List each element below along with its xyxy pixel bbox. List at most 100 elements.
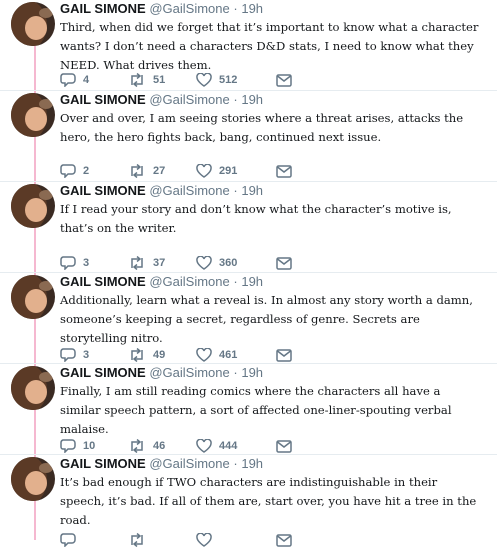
like-count: 461 [219,349,238,361]
tweet-actions: 4 51 512 [60,71,292,89]
like-count: 360 [219,257,238,269]
envelope-icon [276,348,292,362]
tweet-timestamp[interactable]: 19h [241,274,263,289]
retweet-count: 27 [153,165,166,177]
author-handle[interactable]: @GailSimone [149,1,229,16]
retweet-button[interactable]: 37 [128,256,196,270]
reply-icon [60,348,76,362]
retweet-icon [128,439,146,453]
direct-message-button[interactable] [276,348,292,362]
reply-count: 3 [83,257,90,269]
tweet[interactable]: GAIL SIMONE @GailSimone · 19h Finally, I… [0,364,497,455]
tweet[interactable]: GAIL SIMONE @GailSimone · 19h Over and o… [0,91,497,182]
author-avatar[interactable] [11,366,55,410]
tweet-text: Additionally, learn what a reveal is. In… [60,293,473,345]
tweet-text: If I read your story and don’t know what… [60,202,452,235]
direct-message-button[interactable] [276,533,292,547]
tweet-header: GAIL SIMONE @GailSimone · 19h [60,91,263,109]
retweet-button[interactable]: 51 [128,73,196,87]
author-name[interactable]: GAIL SIMONE [60,274,146,289]
like-count: 291 [219,165,238,177]
like-button[interactable]: 461 [196,348,276,362]
retweet-count: 37 [153,257,166,269]
retweet-button[interactable]: 49 [128,348,196,362]
reply-count: 2 [83,165,90,177]
header-separator: · [233,1,238,16]
reply-button[interactable] [60,533,128,547]
reply-button[interactable]: 3 [60,348,128,362]
direct-message-button[interactable] [276,439,292,453]
retweet-button[interactable] [128,533,196,547]
retweet-icon [128,256,146,270]
reply-button[interactable]: 10 [60,439,128,453]
author-name[interactable]: GAIL SIMONE [60,92,146,107]
envelope-icon [276,439,292,453]
tweet-actions: 2 27 291 [60,162,292,180]
like-button[interactable]: 444 [196,439,276,453]
author-handle[interactable]: @GailSimone [149,456,229,471]
reply-icon [60,73,76,87]
tweet-text: It’s bad enough if TWO characters are in… [60,475,477,527]
tweet-header: GAIL SIMONE @GailSimone · 19h [60,182,263,200]
tweet-actions [60,531,292,549]
reply-count: 4 [83,74,90,86]
author-avatar[interactable] [11,184,55,228]
reply-button[interactable]: 4 [60,73,128,87]
tweet-timestamp[interactable]: 19h [241,365,263,380]
retweet-icon [128,348,146,362]
header-separator: · [233,92,238,107]
header-separator: · [233,456,238,471]
like-button[interactable] [196,533,276,547]
tweet[interactable]: GAIL SIMONE @GailSimone · 19h If I read … [0,182,497,273]
author-avatar[interactable] [11,2,55,46]
like-button[interactable]: 291 [196,164,276,178]
tweet-header: GAIL SIMONE @GailSimone · 19h [60,273,263,291]
retweet-icon [128,73,146,87]
envelope-icon [276,73,292,87]
tweet[interactable]: GAIL SIMONE @GailSimone · 19h Additional… [0,273,497,364]
tweet-timestamp[interactable]: 19h [241,456,263,471]
tweet-actions: 3 49 461 [60,346,292,364]
like-button[interactable]: 512 [196,73,276,87]
tweet-actions: 10 46 444 [60,437,292,455]
reply-button[interactable]: 3 [60,256,128,270]
direct-message-button[interactable] [276,256,292,270]
reply-count: 10 [83,440,96,452]
heart-icon [196,533,212,547]
reply-button[interactable]: 2 [60,164,128,178]
reply-count: 3 [83,349,90,361]
retweet-count: 46 [153,440,166,452]
author-handle[interactable]: @GailSimone [149,92,229,107]
tweet[interactable]: GAIL SIMONE @GailSimone · 19h Third, whe… [0,0,497,91]
author-avatar[interactable] [11,457,55,501]
like-count: 444 [219,440,238,452]
retweet-button[interactable]: 46 [128,439,196,453]
heart-icon [196,348,212,362]
envelope-icon [276,256,292,270]
like-button[interactable]: 360 [196,256,276,270]
tweet-timestamp[interactable]: 19h [241,1,263,16]
author-handle[interactable]: @GailSimone [149,365,229,380]
tweet[interactable]: GAIL SIMONE @GailSimone · 19h It’s bad e… [0,455,497,549]
author-avatar[interactable] [11,275,55,319]
author-avatar[interactable] [11,93,55,137]
tweet-text: Finally, I am still reading comics where… [60,384,452,436]
author-handle[interactable]: @GailSimone [149,183,229,198]
author-handle[interactable]: @GailSimone [149,274,229,289]
tweet-header: GAIL SIMONE @GailSimone · 19h [60,364,263,382]
reply-icon [60,256,76,270]
tweet-timestamp[interactable]: 19h [241,183,263,198]
author-name[interactable]: GAIL SIMONE [60,1,146,16]
author-name[interactable]: GAIL SIMONE [60,365,146,380]
envelope-icon [276,533,292,547]
header-separator: · [233,183,238,198]
tweet-timestamp[interactable]: 19h [241,92,263,107]
retweet-icon [128,533,146,547]
tweet-text: Over and over, I am seeing stories where… [60,111,464,144]
author-name[interactable]: GAIL SIMONE [60,456,146,471]
retweet-button[interactable]: 27 [128,164,196,178]
direct-message-button[interactable] [276,164,292,178]
author-name[interactable]: GAIL SIMONE [60,183,146,198]
retweet-count: 49 [153,349,166,361]
direct-message-button[interactable] [276,73,292,87]
